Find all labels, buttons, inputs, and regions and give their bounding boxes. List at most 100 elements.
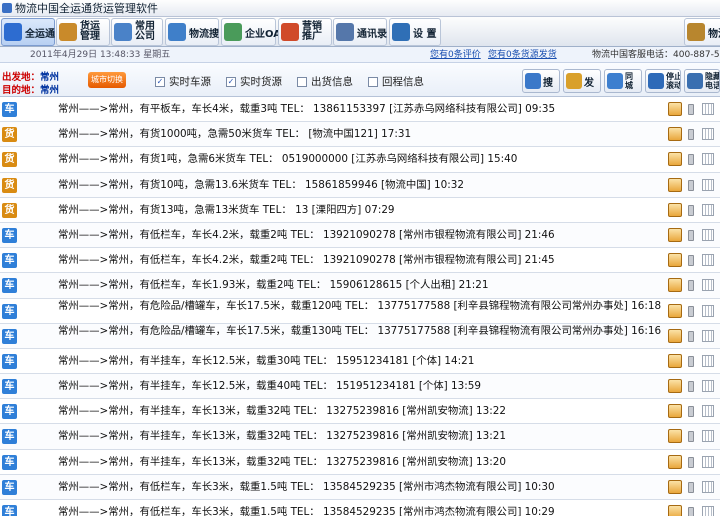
note-icon[interactable] <box>702 103 714 115</box>
phone-icon[interactable] <box>688 255 694 267</box>
detail-icon[interactable] <box>668 479 682 494</box>
phone-icon[interactable] <box>688 305 694 317</box>
detail-icon[interactable] <box>668 404 682 419</box>
phone-icon[interactable] <box>688 330 694 342</box>
detail-icon[interactable] <box>668 127 682 142</box>
filter-checkbox-3[interactable]: 回程信息 <box>368 74 424 89</box>
rating-link[interactable]: 您有0条评价 <box>430 47 481 63</box>
filter-checkbox-2[interactable]: 出货信息 <box>297 74 353 89</box>
list-item[interactable]: 车 常州——>常州，有低栏车，车长1.93米，载重2吨 TEL： 15906128… <box>0 273 720 299</box>
detail-icon[interactable] <box>668 454 682 469</box>
list-item[interactable]: 货 常州——>常州，有货13吨，急需13米货车 TEL： 13 [溧阳四方] 07… <box>0 197 720 223</box>
detail-icon[interactable] <box>668 278 682 293</box>
toolbar-button-8[interactable]: 物流 <box>684 18 720 46</box>
list-item[interactable]: 货 常州——>常州，有货1吨，急需6米货车 TEL： 0519000000 [江苏… <box>0 147 720 173</box>
checkbox-box[interactable] <box>368 76 378 87</box>
note-icon[interactable] <box>702 254 714 267</box>
note-icon[interactable] <box>702 380 714 393</box>
vehicle-badge: 车 <box>2 278 17 294</box>
toolbar-label: 企业OA <box>245 28 281 40</box>
note-icon[interactable] <box>702 304 714 317</box>
detail-icon[interactable] <box>668 429 682 444</box>
phone-icon[interactable] <box>688 204 694 216</box>
toolbar-button-7[interactable]: 设 置 <box>389 18 441 46</box>
detail-icon[interactable] <box>668 505 682 516</box>
quick-button-4[interactable]: 隐藏 电话 <box>684 69 720 93</box>
list-item[interactable]: 车 常州——>常州，有平板车，车长4米，载重3吨 TEL： 13861153397… <box>0 97 720 123</box>
toolbar-button-6[interactable]: 通讯录 <box>333 18 387 46</box>
toolbar-button-1[interactable]: 货运 管理 <box>56 18 110 46</box>
list-item[interactable]: 车 常州——>常州，有危险品/槽罐车，车长17.5米，载重130吨 TEL： 13… <box>0 323 720 349</box>
quick-button-0[interactable]: 搜 <box>522 69 560 93</box>
list-item[interactable]: 车 常州——>常州，有半挂车，车长12.5米，载重40吨 TEL： 1519512… <box>0 374 720 400</box>
phone-icon[interactable] <box>688 280 694 292</box>
phone-icon[interactable] <box>688 104 694 115</box>
note-icon[interactable] <box>702 153 714 166</box>
note-icon[interactable] <box>702 279 714 292</box>
list-item[interactable]: 车 常州——>常州，有半挂车，车长13米，载重32吨 TEL： 132752398… <box>0 449 720 475</box>
list-item[interactable]: 车 常州——>常州，有半挂车，车长13米，载重32吨 TEL： 132752398… <box>0 399 720 425</box>
detail-icon[interactable] <box>668 328 682 343</box>
quick-button-1[interactable]: 发 <box>563 69 601 93</box>
list-item[interactable]: 车 常州——>常州，有半挂车，车长12.5米，载重30吨 TEL： 1595123… <box>0 348 720 375</box>
detail-icon[interactable] <box>668 253 682 268</box>
phone-icon[interactable] <box>688 381 694 393</box>
phone-icon[interactable] <box>688 431 694 443</box>
detail-icon[interactable] <box>668 379 682 394</box>
list-item[interactable]: 车 常州——>常州，有低栏车，车长4.2米，载重2吨 TEL： 139210902… <box>0 248 720 274</box>
note-icon[interactable] <box>702 228 714 241</box>
phone-icon[interactable] <box>688 481 694 493</box>
toolbar-button-0[interactable]: 全运通 <box>1 18 55 46</box>
toolbar-label: 设 置 <box>413 28 437 40</box>
detail-icon[interactable] <box>668 152 682 167</box>
phone-icon[interactable] <box>688 179 694 191</box>
checkbox-box[interactable]: ✓ <box>155 76 165 87</box>
filter-checkbox-0[interactable]: ✓ 实时车源 <box>155 74 211 89</box>
detail-icon[interactable] <box>668 177 682 192</box>
city-switch-button[interactable]: 城市切换 <box>88 72 126 88</box>
list-item[interactable]: 车 常州——>常州，有低栏车，车长3米，载重1.5吨 TEL： 135845292… <box>0 500 720 516</box>
note-icon[interactable] <box>702 455 714 468</box>
toolbar-icon <box>687 23 705 41</box>
note-icon[interactable] <box>702 354 714 367</box>
toolbar-button-2[interactable]: 常用 公司 <box>111 18 163 46</box>
note-icon[interactable] <box>702 430 714 443</box>
note-icon[interactable] <box>702 405 714 418</box>
detail-icon[interactable] <box>668 303 682 318</box>
list-item[interactable]: 车 常州——>常州，有危险品/槽罐车，车长17.5米，载重120吨 TEL： 13… <box>0 298 720 324</box>
phone-icon[interactable] <box>688 355 694 367</box>
checkbox-box[interactable] <box>297 76 307 87</box>
phone-icon[interactable] <box>688 406 694 418</box>
filter-checkbox-1[interactable]: ✓ 实时货源 <box>226 74 282 89</box>
vehicle-badge: 车 <box>2 379 17 395</box>
quick-button-3[interactable]: 停止 滚动 <box>645 69 681 93</box>
note-icon[interactable] <box>702 480 714 493</box>
list-item[interactable]: 车 常州——>常州，有低栏车，车长4.2米，载重2吨 TEL： 139210902… <box>0 222 720 249</box>
toolbar-button-5[interactable]: 营销 推广 <box>278 18 332 46</box>
checkbox-box[interactable]: ✓ <box>226 76 236 87</box>
list-item[interactable]: 货 常州——>常州，有货10吨，急需13.6米货车 TEL： 1586185994… <box>0 172 720 198</box>
detail-icon[interactable] <box>668 102 682 116</box>
list-item-text: 常州——>常州，有平板车，车长4米，载重3吨 TEL： 13861153397 … <box>58 103 556 115</box>
phone-icon[interactable] <box>688 129 694 141</box>
detail-icon[interactable] <box>668 202 682 217</box>
list-item[interactable]: 货 常州——>常州，有货1000吨，急需50米货车 TEL： [物流中国121] … <box>0 122 720 148</box>
detail-icon[interactable] <box>668 353 682 368</box>
toolbar-button-3[interactable]: 物流搜 <box>165 18 219 46</box>
note-icon[interactable] <box>702 506 714 516</box>
phone-icon[interactable] <box>688 229 694 241</box>
toolbar-button-4[interactable]: 企业OA <box>221 18 281 46</box>
note-icon[interactable] <box>702 178 714 191</box>
vehicle-badge: 车 <box>2 102 17 117</box>
note-icon[interactable] <box>702 128 714 141</box>
quick-button-2[interactable]: 同 城 <box>604 69 642 93</box>
phone-icon[interactable] <box>688 507 694 516</box>
phone-icon[interactable] <box>688 154 694 166</box>
list-item[interactable]: 车 常州——>常州，有半挂车，车长13米，载重32吨 TEL： 132752398… <box>0 424 720 450</box>
detail-icon[interactable] <box>668 227 682 242</box>
note-icon[interactable] <box>702 203 714 216</box>
list-item[interactable]: 车 常州——>常州，有低栏车，车长3米，载重1.5吨 TEL： 135845292… <box>0 474 720 500</box>
goods-link[interactable]: 您有0条货源发货 <box>488 47 557 63</box>
note-icon[interactable] <box>702 329 714 342</box>
phone-icon[interactable] <box>688 456 694 468</box>
